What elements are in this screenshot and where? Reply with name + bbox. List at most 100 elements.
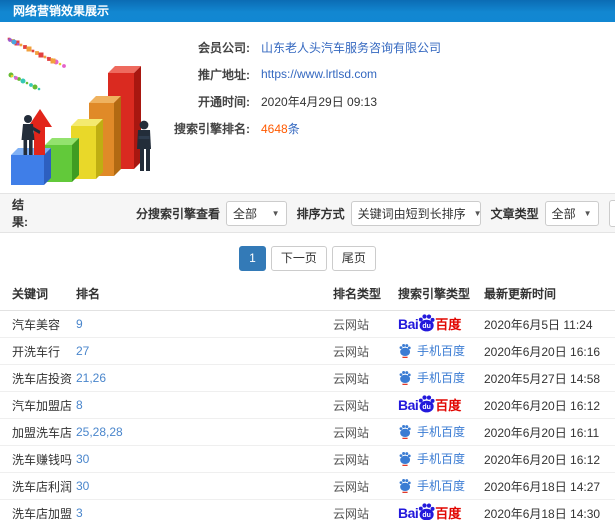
open-time-row: 开通时间: 2020年4月29日 09:13 [162, 92, 615, 110]
rank-cell[interactable]: 30 [76, 445, 333, 473]
rank-type-cell: 云网站 [333, 472, 398, 500]
rank-cell[interactable]: 9 [76, 310, 333, 338]
rank-type-cell: 云网站 [333, 310, 398, 338]
engine-type-cell: Bai du 百度 [398, 337, 484, 365]
table-header-row: 关键词 排名 排名类型 搜索引擎类型 最新更新时间 [0, 280, 615, 311]
keyword-header: 关键词 [0, 280, 76, 311]
table-row: 洗车店加盟 3 云网站 Bai du 百度 2020年6月18日 14:30 [0, 499, 615, 520]
promo-url-row: 推广地址: https://www.lrtlsd.com [162, 65, 615, 83]
baidu-bai-text: Bai [398, 316, 419, 332]
engine-type-cell: Bai du 百度 [398, 472, 484, 500]
updated-cell: 2020年6月20日 16:11 [484, 418, 615, 446]
rank-cell[interactable]: 25,28,28 [76, 418, 333, 446]
table-row: 开洗车行 27 云网站 Bai du 百度 [0, 337, 615, 365]
member-company-link[interactable]: 山东老人头汽车服务咨询有限公司 [261, 41, 441, 55]
table-row: 洗车赚钱吗 30 云网站 Bai du 百度 [0, 445, 615, 473]
page-1-button[interactable]: 1 [239, 246, 266, 271]
engine-rank-row: 搜索引擎排名: 4648条 [162, 119, 615, 137]
rank-cell[interactable]: 30 [76, 472, 333, 500]
baidu-cn-text: 百度 [435, 397, 462, 413]
mobile-baidu-label: 手机百度 [417, 370, 466, 385]
title-bar: 网络营销效果展示 [0, 0, 615, 22]
rank-cell[interactable]: 3 [76, 499, 333, 520]
keyword-cell: 汽车美容 [0, 310, 76, 338]
filter-controls: 分搜索引擎查看 全部 ▼ 排序方式 关键词由短到长排序 ▼ 文章类型 全部 ▼ … [135, 199, 615, 227]
chevron-down-icon: ▼ [583, 208, 592, 218]
table-row: 汽车美容 9 云网站 Bai du 百度 2020年6月5日 11:24 [0, 310, 615, 338]
updated-cell: 2020年6月20日 16:16 [484, 337, 615, 365]
member-company-label: 会员公司: [198, 40, 250, 55]
keyword-cell: 加盟洗车店 [0, 418, 76, 446]
rank-type-cell: 云网站 [333, 364, 398, 392]
confetti-dots [7, 37, 66, 91]
mobile-baidu-badge: 手机百度 [398, 369, 465, 386]
engine-filter-value: 全部 [233, 206, 258, 221]
article-type-select[interactable]: 全部 ▼ [544, 200, 599, 226]
rank-type-cell: 云网站 [333, 445, 398, 473]
page: 网络营销效果展示 会员公司: 山东老人头汽车服务咨询有限公司 推广地址: htt… [0, 0, 615, 520]
mobile-baidu-label: 手机百度 [417, 343, 466, 358]
promo-url-link[interactable]: https://www.lrtlsd.com [261, 67, 377, 81]
sort-select[interactable]: 关键词由短到长排序 ▼ [350, 200, 482, 226]
engine-type-cell: Bai du 百度 [398, 310, 484, 338]
sort-value: 关键词由短到长排序 [357, 206, 466, 221]
baidu-bai-text: Bai [398, 505, 419, 520]
updated-cell: 2020年6月20日 16:12 [484, 391, 615, 419]
updated-cell: 2020年6月18日 14:27 [484, 472, 615, 500]
engine-type-cell: Bai du 百度 [398, 391, 484, 419]
svg-text:du: du [423, 323, 431, 330]
mobile-baidu-label: 手机百度 [417, 478, 466, 493]
mobile-baidu-icon [398, 451, 412, 466]
mobile-baidu-badge: 手机百度 [398, 450, 465, 467]
table-row: 洗车店投资 21,26 云网站 Bai du 百度 [0, 364, 615, 392]
updated-cell: 2020年5月27日 14:58 [484, 364, 615, 392]
baidu-cn-text: 百度 [435, 316, 462, 332]
rank-type-cell: 云网站 [333, 418, 398, 446]
result-label: 结果: [12, 198, 28, 229]
baidu-bai-text: Bai [398, 397, 419, 413]
engine-rank-unit: 条 [287, 121, 300, 136]
table-row: 加盟洗车店 25,28,28 云网站 Bai du 百度 [0, 418, 615, 446]
engine-filter-label: 分搜索引擎查看 [135, 206, 220, 221]
rank-cell[interactable]: 8 [76, 391, 333, 419]
last-page-button[interactable]: 尾页 [331, 246, 376, 271]
engine-type-header: 搜索引擎类型 [398, 280, 484, 311]
baidu-logo: Bai du 百度 [398, 503, 462, 520]
updated-cell: 2020年6月5日 11:24 [484, 310, 615, 338]
svg-text:du: du [423, 512, 431, 519]
rank-type-cell: 云网站 [333, 499, 398, 520]
updated-header: 最新更新时间 [484, 280, 615, 311]
keyword-cell: 开洗车行 [0, 337, 76, 365]
baidu-cn-text: 百度 [435, 505, 462, 520]
engine-type-cell: Bai du 百度 [398, 499, 484, 520]
engine-type-cell: Bai du 百度 [398, 445, 484, 473]
engine-filter-select[interactable]: 全部 ▼ [226, 200, 287, 226]
mobile-baidu-badge: 手机百度 [398, 477, 465, 494]
mobile-baidu-label: 手机百度 [417, 451, 466, 466]
sort-label: 排序方式 [296, 206, 345, 221]
filter-band: 结果: 分搜索引擎查看 全部 ▼ 排序方式 关键词由短到长排序 ▼ 文章类型 全… [0, 193, 615, 233]
rank-cell[interactable]: 21,26 [76, 364, 333, 392]
next-page-button[interactable]: 下一页 [270, 246, 327, 271]
account-info: 会员公司: 山东老人头汽车服务咨询有限公司 推广地址: https://www.… [162, 33, 615, 193]
pagination: 1 下一页 尾页 [0, 246, 615, 271]
mobile-baidu-icon [398, 478, 412, 493]
results-table-body: 汽车美容 9 云网站 Bai du 百度 2020年6月5日 11:24 开洗车… [0, 310, 615, 520]
rank-cell[interactable]: 27 [76, 337, 333, 365]
top-section: 会员公司: 山东老人头汽车服务咨询有限公司 推广地址: https://www.… [0, 22, 615, 193]
promo-url-label: 推广地址: [198, 67, 250, 82]
svg-text:du: du [423, 404, 431, 411]
growth-chart-illustration [7, 37, 151, 185]
updated-cell: 2020年6月20日 16:12 [484, 445, 615, 473]
keyword-cell: 洗车店加盟 [0, 499, 76, 520]
chevron-down-icon: ▼ [271, 208, 280, 218]
engine-rank-label: 搜索引擎排名: [174, 121, 250, 136]
keyword-cell: 洗车店利润 [0, 472, 76, 500]
submit-button[interactable]: 提交 [608, 199, 615, 227]
engine-rank-count: 4648 [261, 121, 288, 136]
rank-header: 排名 [76, 280, 333, 311]
article-type-value: 全部 [551, 206, 576, 221]
rank-type-header: 排名类型 [333, 280, 398, 311]
mobile-baidu-icon [398, 424, 412, 439]
engine-type-cell: Bai du 百度 [398, 364, 484, 392]
